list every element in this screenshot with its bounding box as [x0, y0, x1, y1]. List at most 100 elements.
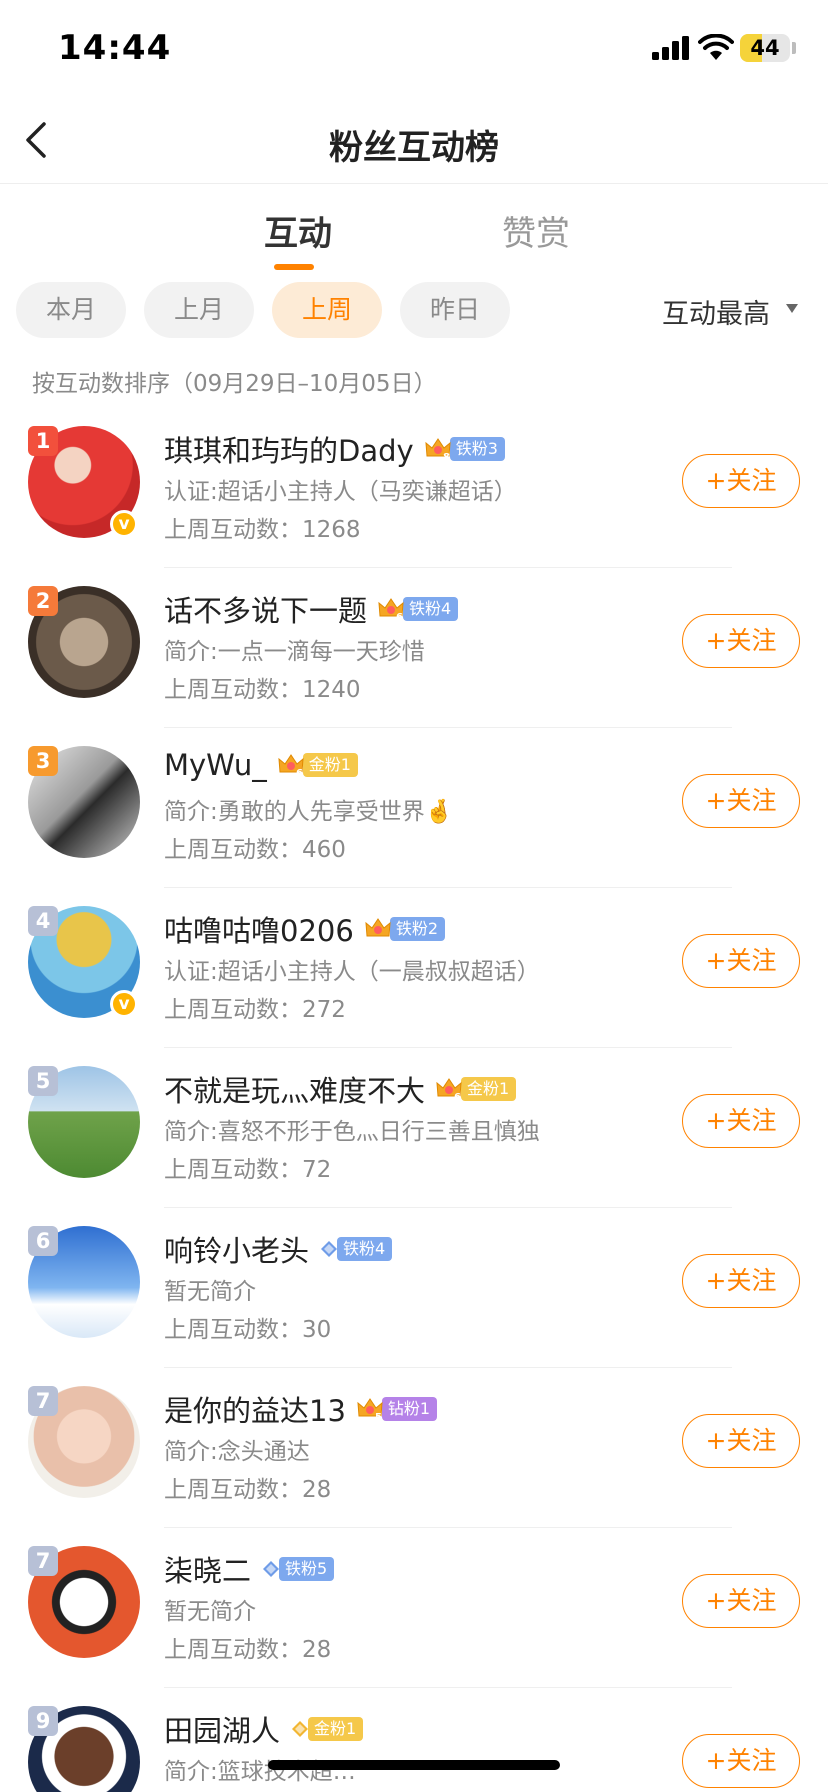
diamond-icon — [261, 1559, 281, 1579]
name-line: 田园湖人 金粉1 — [164, 1708, 364, 1748]
rank-badge: 3 — [28, 746, 58, 776]
list-item[interactable]: 3 MyWu_ 6 金粉1 简介:勇敢的人先享受世界🤞 上周互动数：460 +关注 — [0, 728, 828, 888]
user-description: 暂无简介 — [164, 1599, 256, 1625]
fan-level-badge: 铁粉5 — [279, 1557, 335, 1581]
interaction-count: 上周互动数：30 — [164, 1317, 332, 1343]
svg-text:6: 6 — [296, 768, 303, 778]
diamond-icon — [319, 1239, 339, 1259]
user-name[interactable]: 田园湖人 — [164, 1714, 280, 1748]
follow-button[interactable]: +关注 — [682, 1574, 800, 1628]
verified-icon: v — [110, 510, 138, 538]
status-bar: 14:44 44 — [0, 0, 828, 100]
chip-last-month[interactable]: 上月 — [144, 282, 254, 338]
name-line: 不就是玩灬难度不大 6 金粉1 — [164, 1068, 517, 1108]
user-name[interactable]: 话不多说下一题 — [164, 594, 367, 628]
user-name[interactable]: 响铃小老头 — [164, 1234, 309, 1268]
user-description: 简介:勇敢的人先享受世界🤞 — [164, 799, 454, 825]
signal-icon — [652, 36, 689, 60]
status-time: 14:44 — [58, 28, 172, 68]
crown-icon: 5 — [356, 1396, 384, 1423]
rank-badge: 9 — [28, 1706, 58, 1736]
crown-icon: 6 — [435, 1076, 463, 1103]
rank-badge: 7 — [28, 1386, 58, 1416]
chip-this-month[interactable]: 本月 — [16, 282, 126, 338]
interaction-count: 上周互动数：272 — [164, 997, 346, 1023]
battery-text: 44 — [750, 36, 780, 60]
name-line: MyWu_ 6 金粉1 — [164, 748, 358, 788]
fan-level-badge: 铁粉3 — [449, 437, 505, 461]
crown-icon: 8 — [424, 436, 452, 463]
user-description: 简介:一点一滴每一天珍惜 — [164, 639, 425, 665]
follow-button[interactable]: +关注 — [682, 934, 800, 988]
user-description: 简介:念头通达 — [164, 1439, 310, 1465]
list-item[interactable]: 9 田园湖人 金粉1 简介:篮球技术超… +关注 — [0, 1688, 828, 1792]
follow-button[interactable]: +关注 — [682, 614, 800, 668]
battery-cap — [792, 42, 796, 54]
wifi-icon — [698, 34, 734, 60]
fan-level-badge: 钻粉1 — [381, 1397, 438, 1421]
caret-down-icon[interactable] — [786, 304, 798, 313]
nav-bar: 粉丝互动榜 — [0, 100, 828, 184]
user-name[interactable]: MyWu_ — [164, 748, 267, 782]
interaction-count: 上周互动数：460 — [164, 837, 346, 863]
battery-indicator: 44 — [740, 34, 790, 62]
fan-level-badge: 铁粉4 — [337, 1237, 393, 1261]
list-item[interactable]: 5 不就是玩灬难度不大 6 金粉1 简介:喜怒不形于色灬日行三善且慎独 上周互动数：72 +… — [0, 1048, 828, 1208]
follow-button[interactable]: +关注 — [682, 1734, 800, 1788]
svg-text:5: 5 — [375, 1412, 382, 1422]
user-name[interactable]: 咕噜咕噜0206 — [164, 914, 354, 948]
follow-button[interactable]: +关注 — [682, 1094, 800, 1148]
home-indicator — [268, 1760, 560, 1770]
crown-icon: 6 — [377, 596, 405, 623]
rank-badge: 6 — [28, 1226, 58, 1256]
chip-last-week[interactable]: 上周 — [272, 282, 382, 338]
user-description: 认证:超话小主持人（一晨叔叔超话） — [164, 959, 540, 985]
list-item[interactable]: 7 柒晓二 铁粉5 暂无简介上周互动数：28 +关注 — [0, 1528, 828, 1688]
interaction-count: 上周互动数：1240 — [164, 677, 361, 703]
interaction-count: 上周互动数：72 — [164, 1157, 332, 1183]
rank-badge: 5 — [28, 1066, 58, 1096]
fan-level-badge: 金粉1 — [302, 753, 358, 777]
name-line: 咕噜咕噜0206 铁粉2 — [164, 908, 445, 948]
list-item[interactable]: 2 话不多说下一题 6 铁粉4 简介:一点一滴每一天珍惜 上周互动数：1240 +关注 — [0, 568, 828, 728]
user-description: 简介:喜怒不形于色灬日行三善且慎独 — [164, 1119, 540, 1145]
svg-text:8: 8 — [443, 452, 450, 462]
tab-interaction[interactable]: 互动 — [264, 206, 332, 255]
follow-button[interactable]: +关注 — [682, 454, 800, 508]
interaction-count: 上周互动数：28 — [164, 1477, 332, 1503]
interaction-count: 上周互动数：1268 — [164, 517, 361, 543]
crown-icon — [364, 916, 392, 942]
name-line: 柒晓二 铁粉5 — [164, 1548, 335, 1588]
tab-reward[interactable]: 赞赏 — [502, 206, 570, 255]
chip-yesterday[interactable]: 昨日 — [400, 282, 510, 338]
list-item[interactable]: 1 v 琪琪和玙玙的Dady 8 铁粉3 认证:超话小主持人（马奕谦超话） 上周互动数：12… — [0, 408, 828, 568]
user-name[interactable]: 不就是玩灬难度不大 — [164, 1074, 425, 1108]
fan-level-badge: 铁粉4 — [403, 597, 459, 621]
user-name[interactable]: 琪琪和玙玙的Dady — [164, 434, 414, 468]
user-description: 认证:超话小主持人（马奕谦超话） — [164, 479, 517, 505]
interaction-count: 上周互动数：28 — [164, 1637, 332, 1663]
fan-level-badge: 金粉1 — [461, 1077, 517, 1101]
name-line: 琪琪和玙玙的Dady 8 铁粉3 — [164, 428, 505, 468]
name-line: 响铃小老头 铁粉4 — [164, 1228, 393, 1268]
name-line: 是你的益达13 5 钻粉1 — [164, 1388, 438, 1428]
diamond-icon — [290, 1719, 310, 1739]
date-range-text: 按互动数排序（09月29日–10月05日） — [32, 371, 437, 397]
list-item[interactable]: 6 响铃小老头 铁粉4 暂无简介 上周互动数：30 +关注 — [0, 1208, 828, 1368]
follow-button[interactable]: +关注 — [682, 1254, 800, 1308]
rank-badge: 7 — [28, 1546, 58, 1576]
list-item[interactable]: 4 v 咕噜咕噜0206 铁粉2 认证:超话小主持人（一晨叔叔超话） 上周互动数：272 +… — [0, 888, 828, 1048]
page-title: 粉丝互动榜 — [329, 128, 499, 168]
svg-text:6: 6 — [454, 1092, 461, 1102]
sort-dropdown[interactable]: 互动最高 — [662, 292, 770, 331]
rank-badge: 4 — [28, 906, 58, 936]
follow-button[interactable]: +关注 — [682, 1414, 800, 1468]
tab-underline — [274, 264, 314, 270]
verified-icon: v — [110, 990, 138, 1018]
rank-badge: 1 — [28, 426, 58, 456]
follow-button[interactable]: +关注 — [682, 774, 800, 828]
fan-level-badge: 铁粉2 — [389, 917, 445, 941]
user-name[interactable]: 柒晓二 — [164, 1554, 251, 1588]
user-name[interactable]: 是你的益达13 — [164, 1394, 346, 1428]
list-item[interactable]: 7 是你的益达13 5 钻粉1 简介:念头通达 上周互动数：28 +关注 — [0, 1368, 828, 1528]
